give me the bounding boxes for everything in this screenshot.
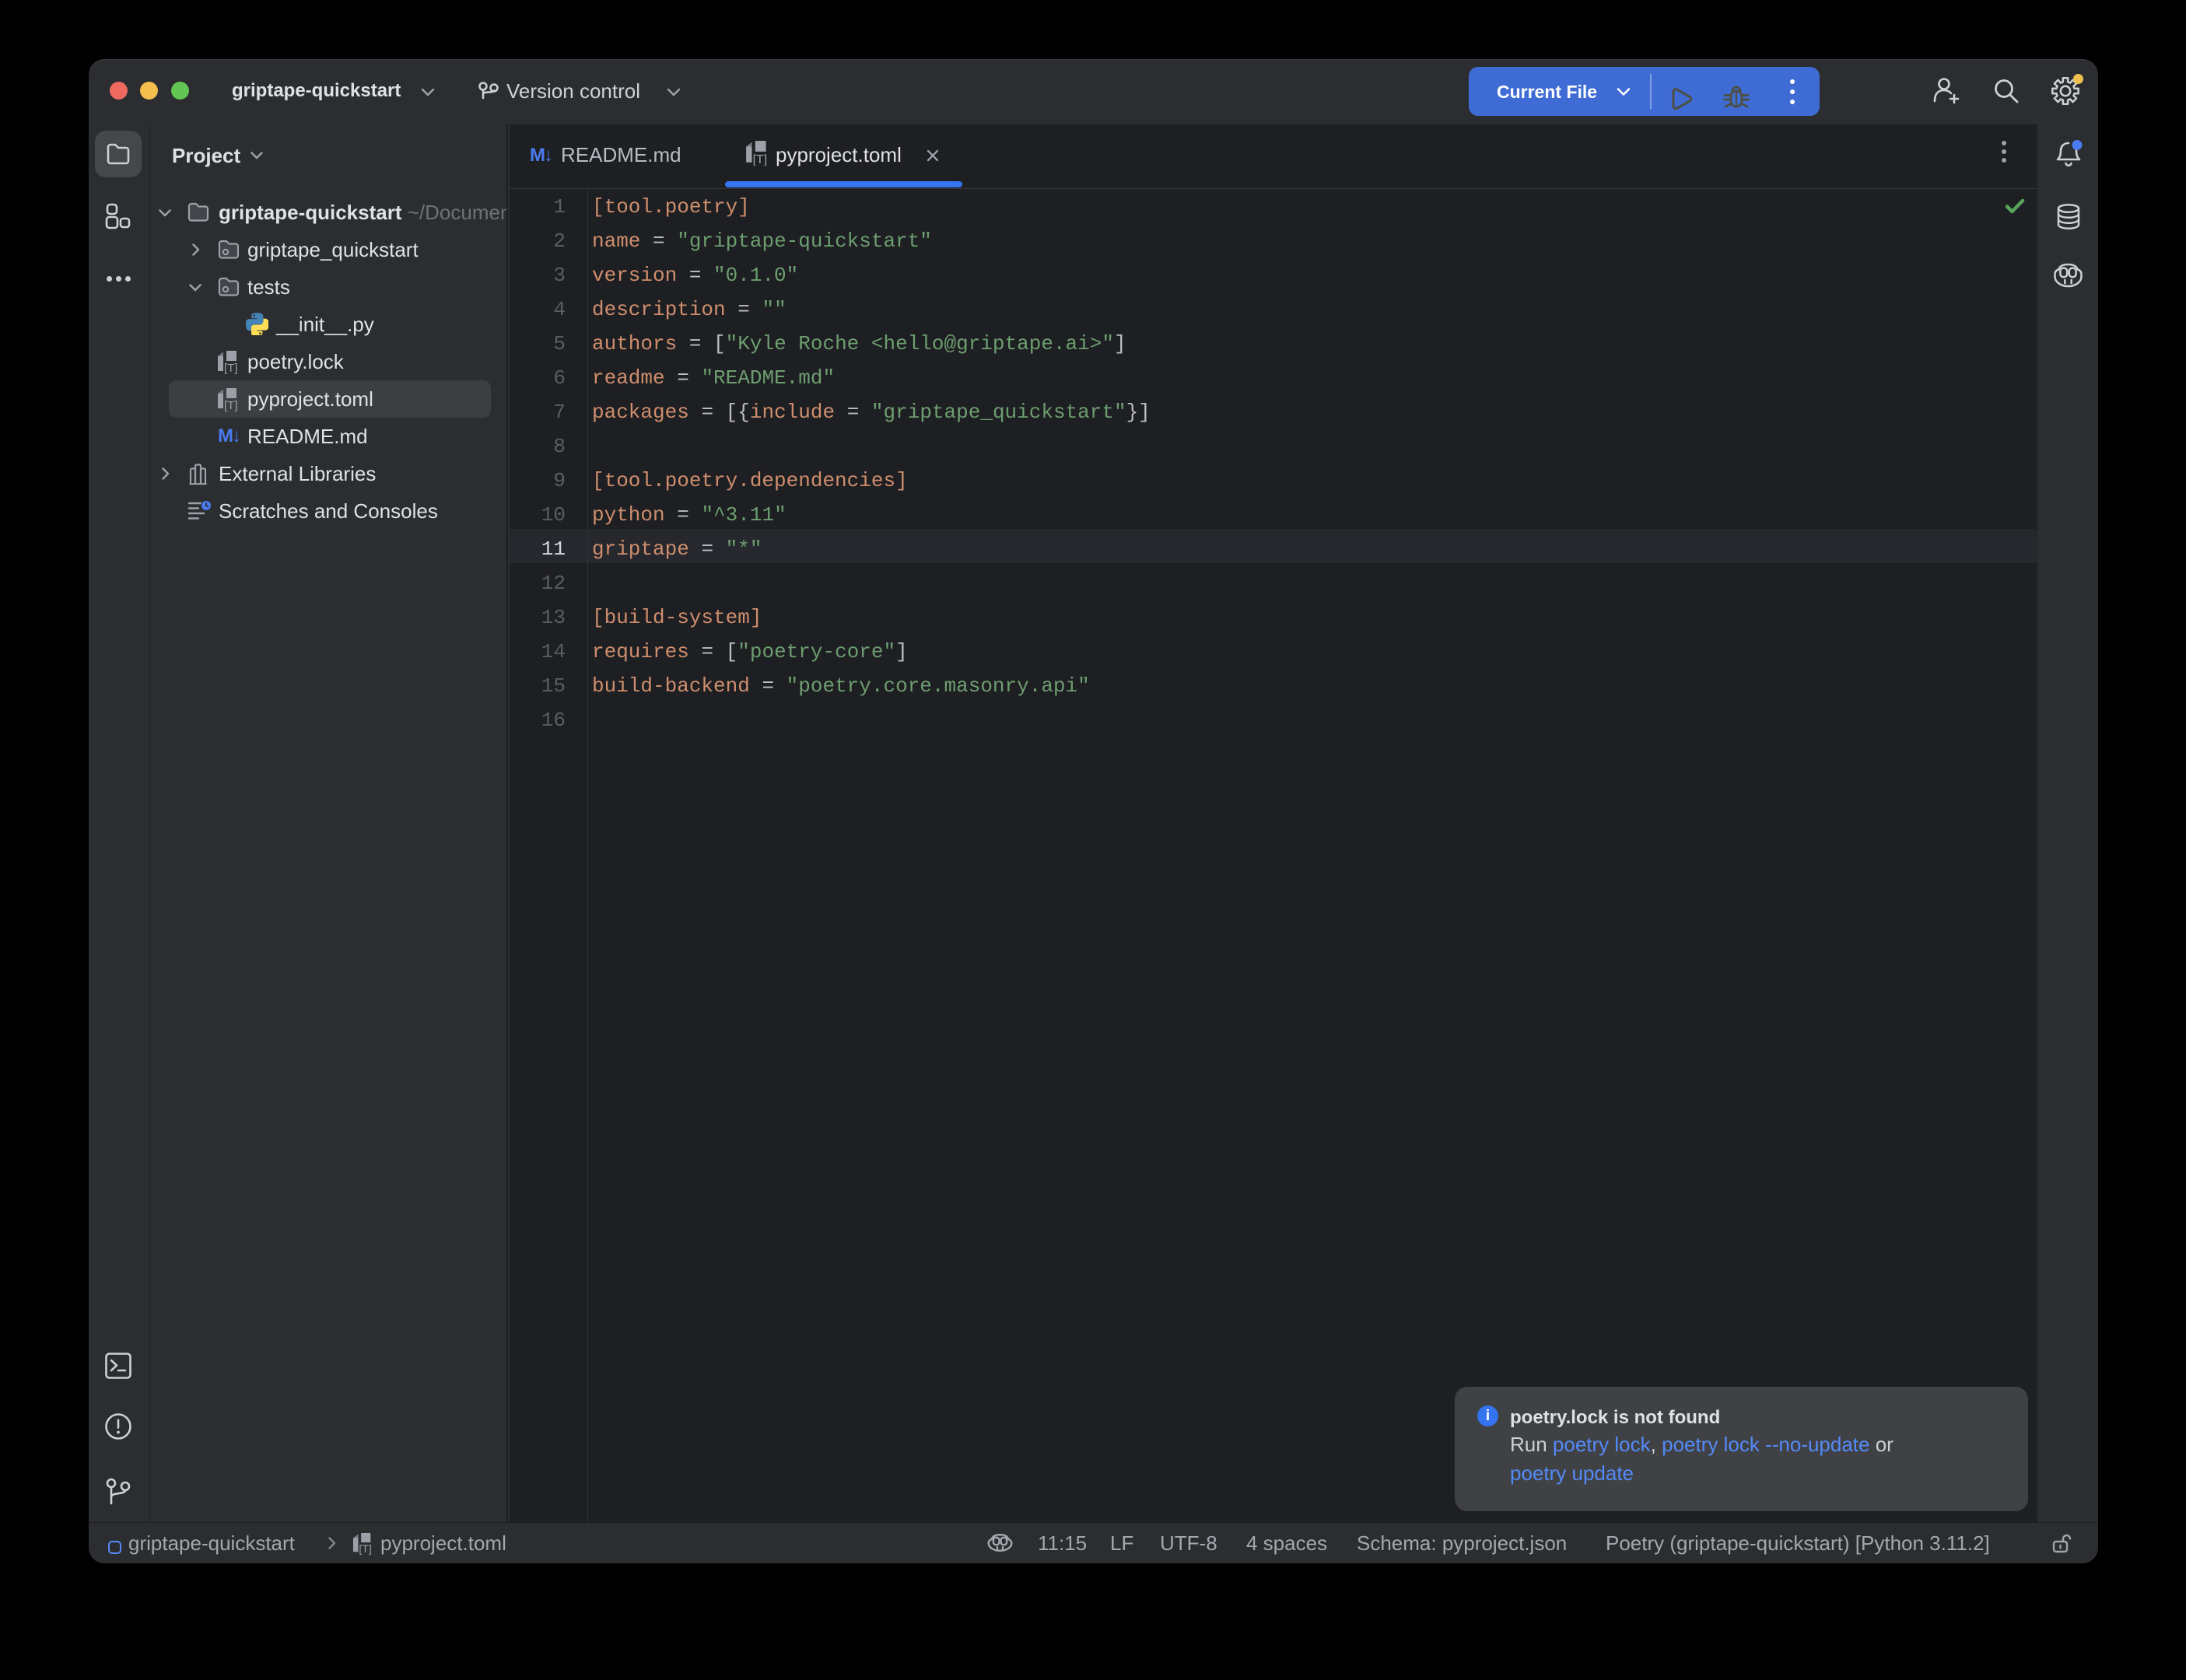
svg-text:[T]: [T]	[224, 362, 238, 374]
svg-text:[T]: [T]	[359, 1542, 371, 1555]
svg-text:[T]: [T]	[753, 153, 768, 166]
svg-text:[T]: [T]	[224, 399, 238, 411]
